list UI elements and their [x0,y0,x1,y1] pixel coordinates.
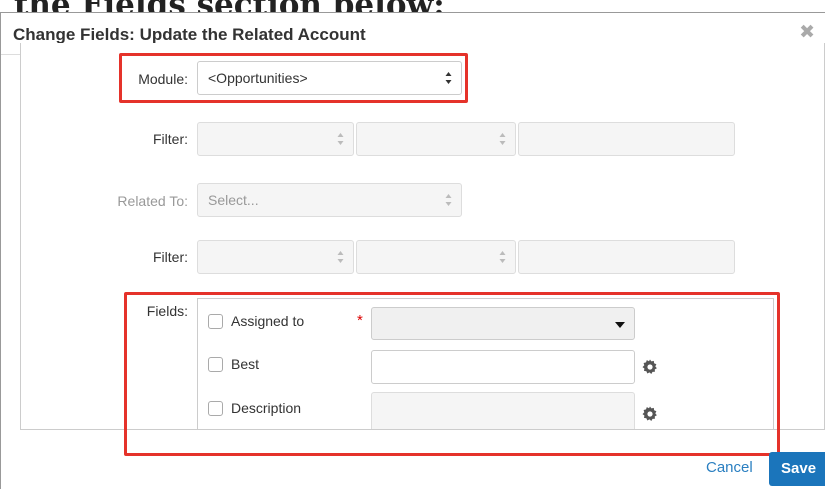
module-select[interactable]: <Opportunities> [197,61,462,95]
assigned-to-checkbox[interactable] [208,313,223,329]
gear-icon[interactable] [642,359,658,375]
select-arrows-icon [499,250,506,264]
related-to-placeholder: Select... [208,192,259,208]
description-textarea[interactable] [371,392,635,429]
field-row-best: Best [208,356,259,372]
field-label: Assigned to [231,313,305,329]
caret-down-icon [615,322,625,328]
best-checkbox[interactable] [208,356,223,372]
cancel-button[interactable]: Cancel [706,459,753,476]
filter-2-operator-select[interactable] [356,240,516,274]
filter-label-2: Filter: [153,249,188,265]
close-icon[interactable]: ✖ [799,23,815,42]
dialog-title: Change Fields: Update the Related Accoun… [13,25,366,44]
select-arrows-icon [337,132,344,146]
fields-list: Assigned to * Best Description [197,298,774,429]
select-arrows-icon [337,250,344,264]
select-arrows-icon [499,132,506,146]
filter-1-field-select[interactable] [197,122,354,156]
module-select-value: <Opportunities> [208,70,308,86]
save-button[interactable]: Save [769,452,825,486]
field-row-description: Description [208,400,301,416]
description-checkbox[interactable] [208,400,223,416]
field-label: Best [231,356,260,372]
filter-label-1: Filter: [153,131,188,147]
filter-2-field-select[interactable] [197,240,354,274]
module-label: Module: [138,71,188,87]
field-label: Description [231,400,302,416]
related-to-label: Related To: [117,193,188,209]
assigned-to-dropdown[interactable] [371,307,635,340]
required-asterisk: * [357,312,363,329]
fields-label: Fields: [146,303,188,319]
select-arrows-icon [445,71,452,85]
dialog-body: Module: <Opportunities> Filter: Related … [20,43,825,430]
field-row-assigned-to: Assigned to [208,313,304,329]
best-input[interactable] [371,350,635,384]
related-to-select[interactable]: Select... [197,183,462,217]
filter-1-operator-select[interactable] [356,122,516,156]
select-arrows-icon [445,193,452,207]
gear-icon[interactable] [642,406,658,422]
filter-1-value-input[interactable] [518,122,735,156]
filter-2-value-input[interactable] [518,240,735,274]
